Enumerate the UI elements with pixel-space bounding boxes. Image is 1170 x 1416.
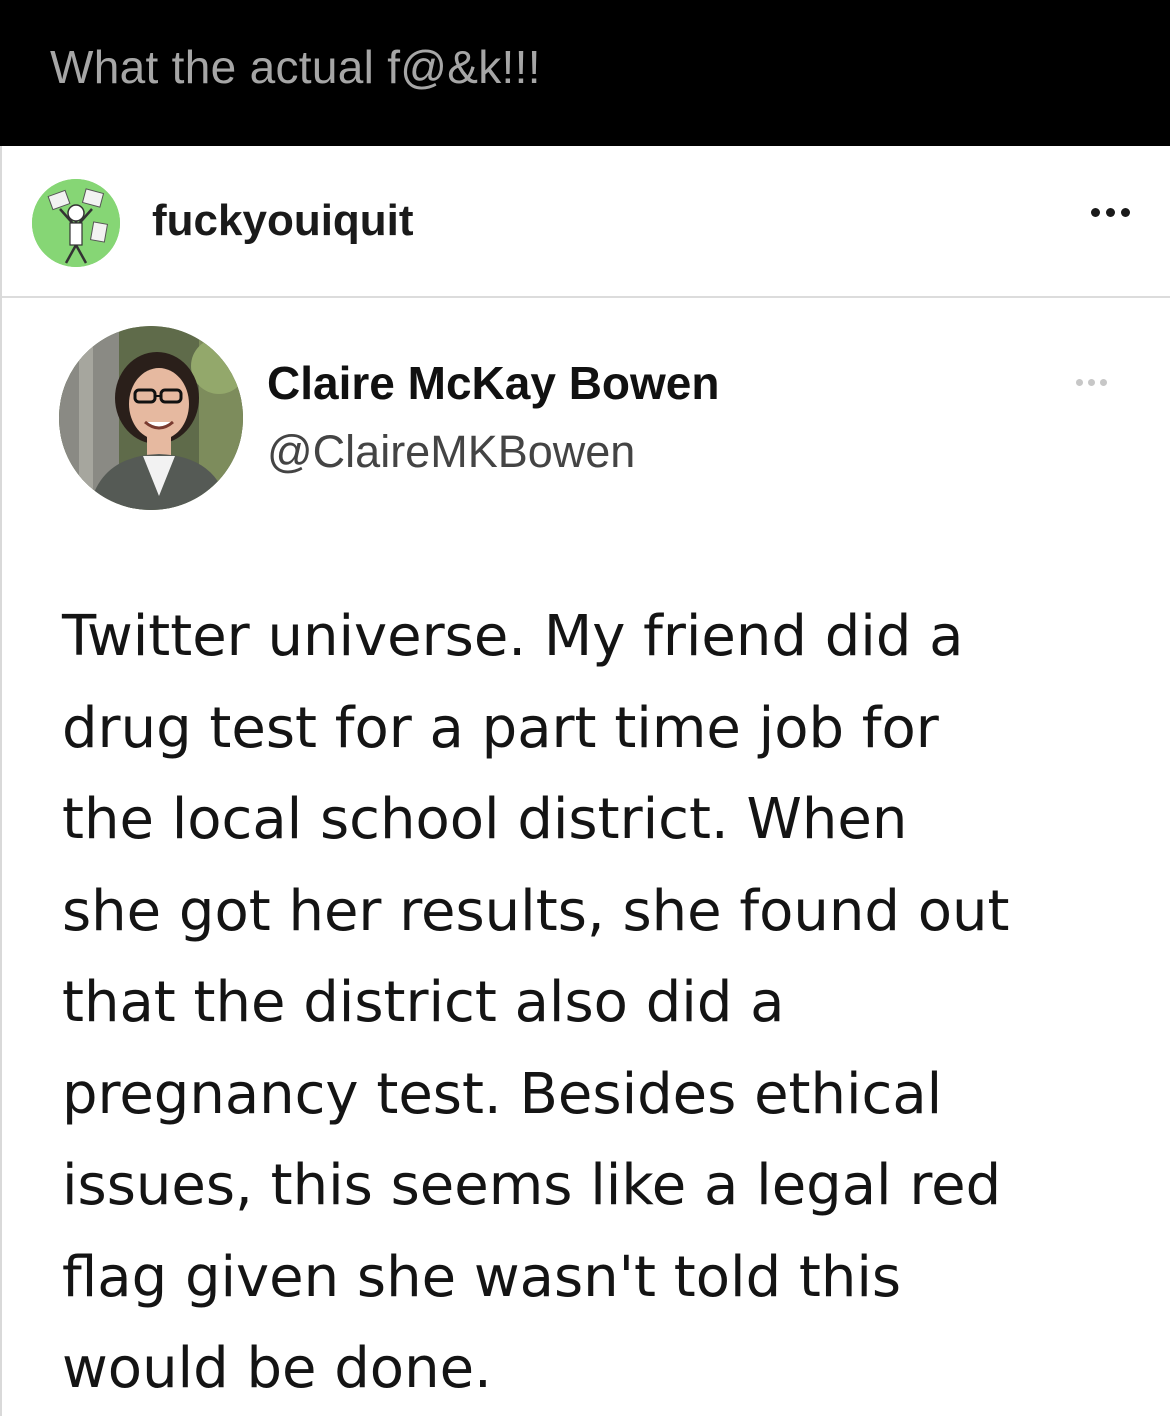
tweet-text-line: would be done. (62, 1336, 492, 1401)
caption-bar: What the actual f@&k!!! (0, 0, 1170, 146)
tweet-text-line: she got her results, she found out (62, 878, 1010, 944)
tweet-author-avatar-image (59, 326, 243, 510)
tweet-author-handle[interactable]: @ClaireMKBowen (267, 426, 635, 478)
post-username[interactable]: fuckyouiquit (152, 196, 414, 246)
tweet-text-line: drug test for a part time job for (62, 695, 939, 761)
tweet-author-avatar[interactable] (59, 326, 243, 510)
profile-avatar[interactable] (32, 179, 120, 267)
tweet-text-line: pregnancy test. Besides ethical (62, 1061, 943, 1127)
post-card: fuckyouiquit Claire McKay Bowen @ClaireM… (0, 146, 1170, 1416)
tweet-text-line: Twitter universe. My friend did a (62, 604, 964, 669)
tweet-author-name[interactable]: Claire McKay Bowen (267, 356, 719, 410)
tweet-text-line: the local school district. When (62, 787, 908, 852)
profile-avatar-image (32, 179, 120, 267)
tweet-text-line: issues, this seems like a legal red (62, 1153, 1002, 1218)
post-header: fuckyouiquit (2, 146, 1170, 298)
caption-text: What the actual f@&k!!! (50, 41, 541, 93)
tweet-text-line: flag given she wasn't told this (62, 1244, 902, 1310)
more-horizontal-icon[interactable] (1076, 379, 1107, 386)
tweet-text-line: that the district also did a (62, 970, 785, 1035)
tweet-text: Twitter universe. My friend did a drug t… (62, 591, 1142, 1415)
more-horizontal-icon[interactable] (1091, 208, 1130, 217)
